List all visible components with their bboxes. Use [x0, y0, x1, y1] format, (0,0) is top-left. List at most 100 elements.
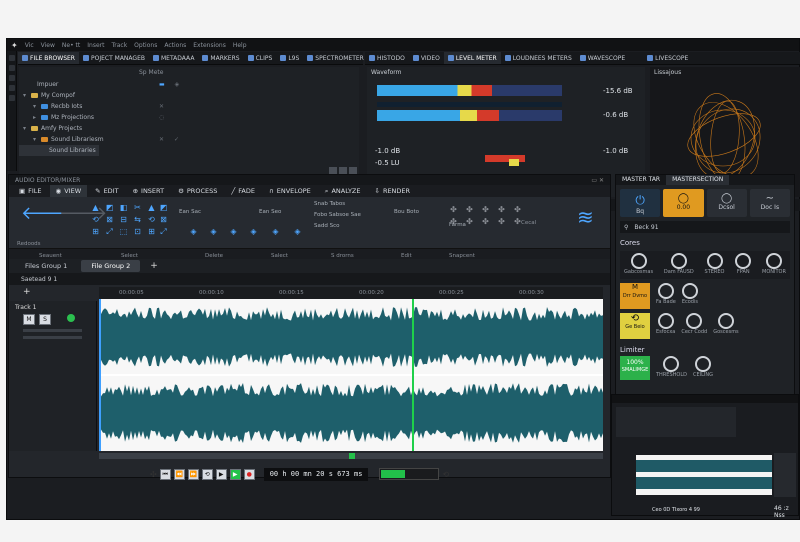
ribbon-tool-icon[interactable]: ◩ — [105, 203, 114, 212]
core-item[interactable]: FPAN — [735, 253, 752, 277]
ribbon-tool-icon[interactable]: ◈ — [189, 227, 198, 236]
timeline-ruler[interactable]: 00:00:05 00:00:10 00:00:15 00:00:20 00:0… — [99, 287, 603, 299]
ribbon-tool-icon[interactable]: ▲ — [147, 203, 156, 212]
loop-button[interactable]: ⟲ — [201, 468, 213, 480]
settings-icon[interactable]: ✣ — [150, 470, 157, 479]
tool-icon[interactable] — [9, 95, 15, 101]
tab-envelope[interactable]: ∩ ENVELOPE — [263, 185, 317, 197]
tool-icon[interactable] — [9, 55, 15, 61]
redo-icon[interactable]: 🡒 — [59, 203, 107, 224]
menu-item[interactable]: Extensions — [193, 42, 226, 49]
dither-button[interactable]: ◯ Dcsol — [706, 189, 747, 217]
ribbon-tool-icon[interactable]: ◈ — [293, 227, 302, 236]
tab-project-manager[interactable]: POJECT MANAGEB — [79, 52, 149, 64]
ribbon-tool-icon[interactable]: ✤ — [513, 205, 522, 214]
ribbon-tool-icon[interactable]: ◈ — [229, 227, 238, 236]
tree-item[interactable]: ▾ My Compof — [19, 90, 219, 101]
ribbon-tool-icon[interactable]: ▲ — [91, 203, 100, 212]
tab-analyze[interactable]: ⌕ ANALYZE — [319, 185, 367, 197]
core-item[interactable]: Fa Bade — [656, 283, 676, 309]
menu-item[interactable]: Actions — [164, 42, 186, 49]
menu-item[interactable]: Ne• tt — [62, 42, 80, 49]
tree-item[interactable]: Impuer ▬ ◈ — [19, 79, 219, 90]
tab-l9s[interactable]: L9S — [276, 52, 303, 64]
tab-master-section[interactable]: MASTERSECTION — [666, 175, 730, 185]
tab-view[interactable]: ◉ VIEW — [49, 185, 88, 197]
add-track-icon[interactable]: + — [23, 287, 31, 297]
ribbon-tool-icon[interactable]: ⊡ — [133, 227, 142, 236]
ribbon-tool-icon[interactable]: ⟲ — [91, 215, 100, 224]
menu-item[interactable]: Insert — [87, 42, 104, 49]
sync-button[interactable]: ⟲ Ge Beio — [620, 313, 650, 339]
m-button[interactable]: M Drr Dvmo — [620, 283, 650, 309]
waveform-display[interactable] — [99, 299, 603, 451]
tab-markers[interactable]: MARKERS — [198, 52, 243, 64]
ceiling-knob[interactable]: CEILING — [693, 356, 713, 380]
menu-item[interactable]: Track — [111, 42, 127, 49]
tree-item[interactable]: ▾ Amfy Projects — [19, 123, 219, 134]
ribbon-tool-icon[interactable]: ✤ — [497, 205, 506, 214]
tab-spectrometer[interactable]: SPECTROMETER — [303, 52, 368, 64]
horizontal-scrollbar[interactable] — [99, 453, 603, 459]
mute-button[interactable]: M — [23, 314, 35, 325]
tree-item[interactable]: ▸ Mz Projections ◌ — [19, 112, 219, 123]
core-item[interactable]: Dam FAUSD — [664, 253, 694, 277]
tab-livescope[interactable]: LIVESCOPE — [643, 52, 692, 64]
tool-icon[interactable] — [9, 75, 15, 81]
ribbon-tool-icon[interactable]: ⊠ — [159, 215, 168, 224]
ribbon-tool-icon[interactable]: ⤢ — [159, 227, 168, 236]
core-item[interactable]: Esfocxa — [656, 313, 675, 339]
tab-edit[interactable]: ✎ EDIT — [89, 185, 124, 197]
ribbon-tool-icon[interactable]: ⊞ — [91, 227, 100, 236]
menu-item[interactable]: Options — [134, 42, 157, 49]
ribbon-tool-icon[interactable]: ✤ — [497, 217, 506, 226]
menu-item[interactable]: View — [41, 42, 55, 49]
tab-master[interactable]: MASTER TAR — [616, 175, 666, 185]
tab-file-browser[interactable]: FILE BROWSER — [18, 52, 79, 64]
ribbon-tool-icon[interactable]: ⊞ — [147, 227, 156, 236]
tab-video[interactable]: VIDEO — [409, 52, 444, 64]
tab-render[interactable]: ⇩ RENDER — [368, 185, 416, 197]
core-item[interactable]: MONITOR — [762, 253, 786, 277]
core-item[interactable]: STEREO — [705, 253, 724, 277]
ribbon-tool-icon[interactable]: ⤢ — [105, 227, 114, 236]
ribbon-tool-icon[interactable]: ✤ — [465, 205, 474, 214]
tab-process[interactable]: ⚙ PROCESS — [172, 185, 223, 197]
rewind-button[interactable]: ⏪ — [173, 468, 185, 480]
core-item[interactable]: Ecodis — [682, 283, 698, 309]
ribbon-tool-icon[interactable]: ⟲ — [147, 215, 156, 224]
play-button[interactable]: ▶ — [229, 468, 241, 480]
tool-icon[interactable] — [9, 65, 15, 71]
ribbon-tool-icon[interactable]: ⊠ — [105, 215, 114, 224]
tab-insert[interactable]: ⊕ INSERT — [127, 185, 170, 197]
ribbon-tool-icon[interactable]: ◈ — [271, 227, 280, 236]
tree-item[interactable]: ▾ Sound Librariesm ✕ ✓ — [19, 134, 219, 145]
ribbon-tool-icon[interactable]: ✤ — [481, 205, 490, 214]
ribbon-tool-icon[interactable]: ✤ — [481, 217, 490, 226]
record-button[interactable]: ● — [243, 468, 255, 480]
ribbon-tool-icon[interactable]: ◧ — [119, 203, 128, 212]
tab-level-meter[interactable]: LEVEL METER — [443, 52, 501, 64]
play-from-button[interactable]: ▶ — [215, 468, 227, 480]
core-item[interactable]: Gabcosmas — [624, 253, 653, 277]
threshold-knob[interactable]: THRESHOLD — [656, 356, 687, 380]
ribbon-tool-icon[interactable]: ◈ — [209, 227, 218, 236]
record-arm-icon[interactable] — [67, 314, 75, 322]
ribbon-tool-icon[interactable]: ⇆ — [133, 215, 142, 224]
core-item[interactable]: Cecr Codd — [681, 313, 707, 339]
ribbon-tool-icon[interactable]: ⊟ — [119, 215, 128, 224]
tree-item[interactable]: ▾ Recbb Iots ✕ — [19, 101, 219, 112]
gain-button[interactable]: ◯ 0.00 — [663, 189, 704, 217]
dc-button[interactable]: ∼ Doc Is — [749, 189, 790, 217]
forward-button[interactable]: ⏩ — [187, 468, 199, 480]
sync-icon[interactable]: ⟲ — [442, 470, 449, 479]
tab-metadata[interactable]: METADAAA — [149, 52, 198, 64]
limiter-amount[interactable]: 100% SMALIMGE — [620, 356, 650, 380]
add-tab-icon[interactable]: + — [150, 261, 158, 271]
ribbon-tool-icon[interactable]: ◈ — [249, 227, 258, 236]
menu-item[interactable]: Vic — [25, 42, 34, 49]
core-item[interactable]: Goscesms — [713, 313, 739, 339]
tab-clips[interactable]: CLIPS — [244, 52, 277, 64]
go-start-button[interactable]: ⏮ — [159, 468, 171, 480]
ribbon-tool-icon[interactable]: ✤ — [465, 217, 474, 226]
